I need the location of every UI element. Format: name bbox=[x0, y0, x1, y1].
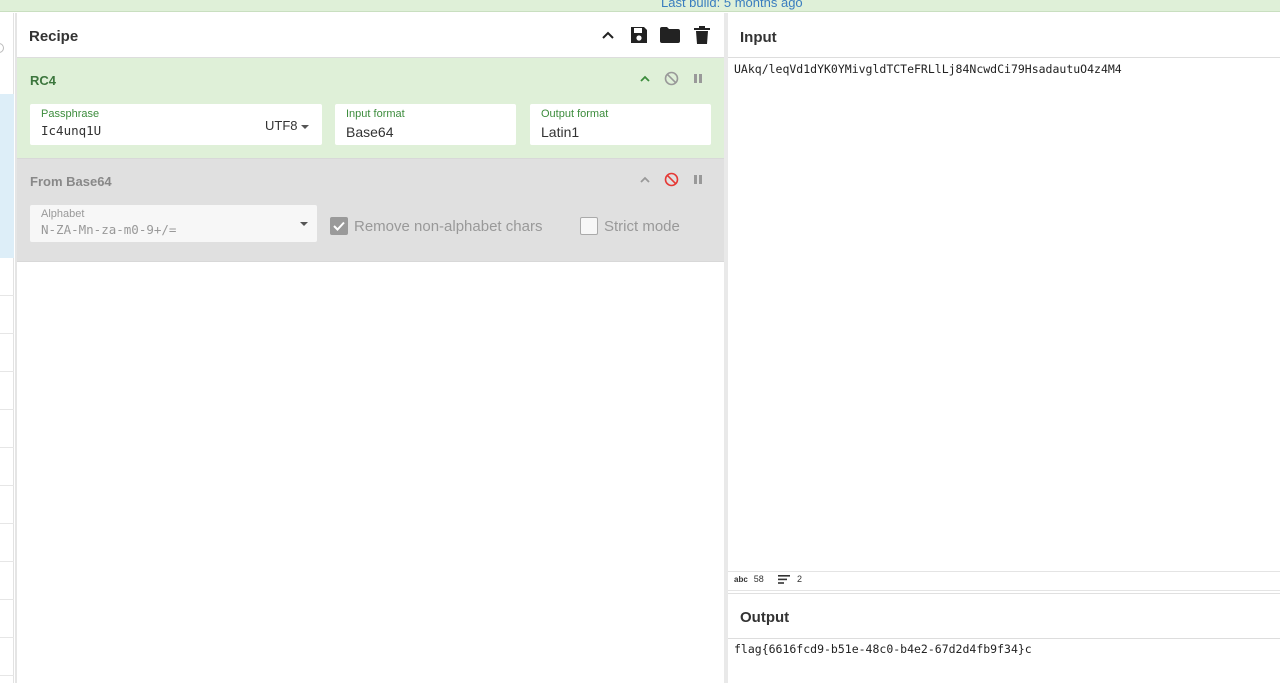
passphrase-label: Passphrase bbox=[41, 108, 100, 120]
output-format-field[interactable]: Output format Latin1 bbox=[530, 104, 711, 145]
input-title: Input bbox=[740, 29, 777, 46]
operation-title: RC4 bbox=[30, 73, 57, 88]
lines-icon bbox=[778, 574, 790, 584]
remove-non-alphabet-label: Remove non-alphabet chars bbox=[354, 217, 543, 235]
input-pane: Input UAkq/leqVd1dYK0YMivgldTCTeFRLlLj84… bbox=[728, 13, 1280, 571]
checkbox-checked-icon bbox=[330, 217, 348, 235]
load-recipe-button[interactable] bbox=[659, 24, 681, 46]
alphabet-label: Alphabet bbox=[41, 208, 85, 220]
output-title: Output bbox=[740, 609, 790, 626]
input-format-value[interactable]: Base64 bbox=[346, 124, 393, 140]
operations-panel-edge bbox=[0, 13, 14, 683]
folder-icon bbox=[660, 27, 680, 43]
input-status-bar: abc 58 2 bbox=[728, 571, 1280, 591]
alphabet-dropdown[interactable] bbox=[297, 215, 308, 230]
checkbox-unchecked-icon bbox=[580, 217, 598, 235]
alphabet-field[interactable]: Alphabet N-ZA-Mn-za-m0-9+/= bbox=[30, 205, 317, 242]
clear-search-icon[interactable] bbox=[0, 43, 4, 53]
input-lines-value: 2 bbox=[797, 574, 803, 584]
rc4-disable-button[interactable] bbox=[663, 70, 679, 86]
build-info[interactable]: Last build: 5 months ago bbox=[661, 0, 803, 10]
save-recipe-button[interactable] bbox=[628, 24, 650, 46]
top-banner: Last build: 5 months ago bbox=[0, 0, 1280, 12]
output-format-label: Output format bbox=[541, 108, 609, 120]
disable-icon bbox=[664, 172, 678, 186]
caret-down-icon bbox=[300, 124, 309, 129]
output-text[interactable]: flag{6616fcd9-b51e-48c0-b4e2-67d2d4fb9f3… bbox=[734, 642, 1032, 656]
chevron-up-icon bbox=[602, 31, 614, 39]
output-format-value[interactable]: Latin1 bbox=[541, 124, 579, 140]
operation-title: From Base64 bbox=[30, 174, 112, 189]
b64-breakpoint-button[interactable] bbox=[690, 171, 706, 187]
encoding-value: UTF8 bbox=[265, 118, 298, 133]
passphrase-encoding-dropdown[interactable]: UTF8 bbox=[265, 118, 309, 133]
clear-recipe-button[interactable] bbox=[691, 24, 713, 46]
collapse-all-button[interactable] bbox=[597, 24, 619, 46]
rc4-collapse-button[interactable] bbox=[637, 70, 653, 86]
input-header: Input bbox=[728, 13, 1280, 58]
alphabet-value[interactable]: N-ZA-Mn-za-m0-9+/= bbox=[41, 222, 176, 237]
input-length-stat: abc 58 bbox=[734, 574, 764, 584]
input-length-value: 58 bbox=[753, 574, 764, 584]
passphrase-field[interactable]: Passphrase Ic4unq1U UTF8 bbox=[30, 104, 322, 145]
recipe-title: Recipe bbox=[29, 28, 79, 45]
input-format-field[interactable]: Input format Base64 bbox=[335, 104, 516, 145]
recipe-pane: Recipe RC4 Passphrase Ic4unq1U UTF8 Inpu… bbox=[17, 13, 724, 683]
operation-from-base64[interactable]: From Base64 Alphabet N-ZA-Mn-za-m0-9+/= … bbox=[17, 159, 724, 262]
remove-non-alphabet-checkbox[interactable]: Remove non-alphabet chars bbox=[330, 217, 542, 235]
save-icon bbox=[631, 27, 647, 43]
output-header: Output bbox=[728, 594, 1280, 639]
output-pane: Output flag{6616fcd9-b51e-48c0-b4e2-67d2… bbox=[728, 593, 1280, 683]
pause-icon bbox=[694, 73, 702, 83]
input-lines-stat: 2 bbox=[778, 574, 802, 584]
check-icon bbox=[333, 221, 345, 231]
input-format-label: Input format bbox=[346, 108, 405, 120]
caret-down-icon bbox=[300, 221, 308, 226]
operation-list-highlight bbox=[0, 94, 14, 258]
b64-collapse-button[interactable] bbox=[637, 171, 653, 187]
chevron-up-icon bbox=[640, 75, 650, 82]
length-icon: abc bbox=[734, 574, 748, 584]
chevron-up-icon bbox=[640, 176, 650, 183]
pause-icon bbox=[694, 174, 702, 184]
passphrase-value[interactable]: Ic4unq1U bbox=[41, 123, 101, 138]
operation-rc4[interactable]: RC4 Passphrase Ic4unq1U UTF8 Input forma… bbox=[17, 58, 724, 159]
b64-disable-button[interactable] bbox=[663, 171, 679, 187]
recipe-header: Recipe bbox=[17, 13, 724, 58]
disable-icon bbox=[664, 71, 678, 85]
rc4-breakpoint-button[interactable] bbox=[690, 70, 706, 86]
trash-icon bbox=[694, 26, 710, 44]
input-textarea[interactable]: UAkq/leqVd1dYK0YMivgldTCTeFRLlLj84NcwdCi… bbox=[734, 62, 1122, 76]
strict-mode-label: Strict mode bbox=[604, 217, 680, 235]
strict-mode-checkbox[interactable]: Strict mode bbox=[580, 217, 680, 235]
